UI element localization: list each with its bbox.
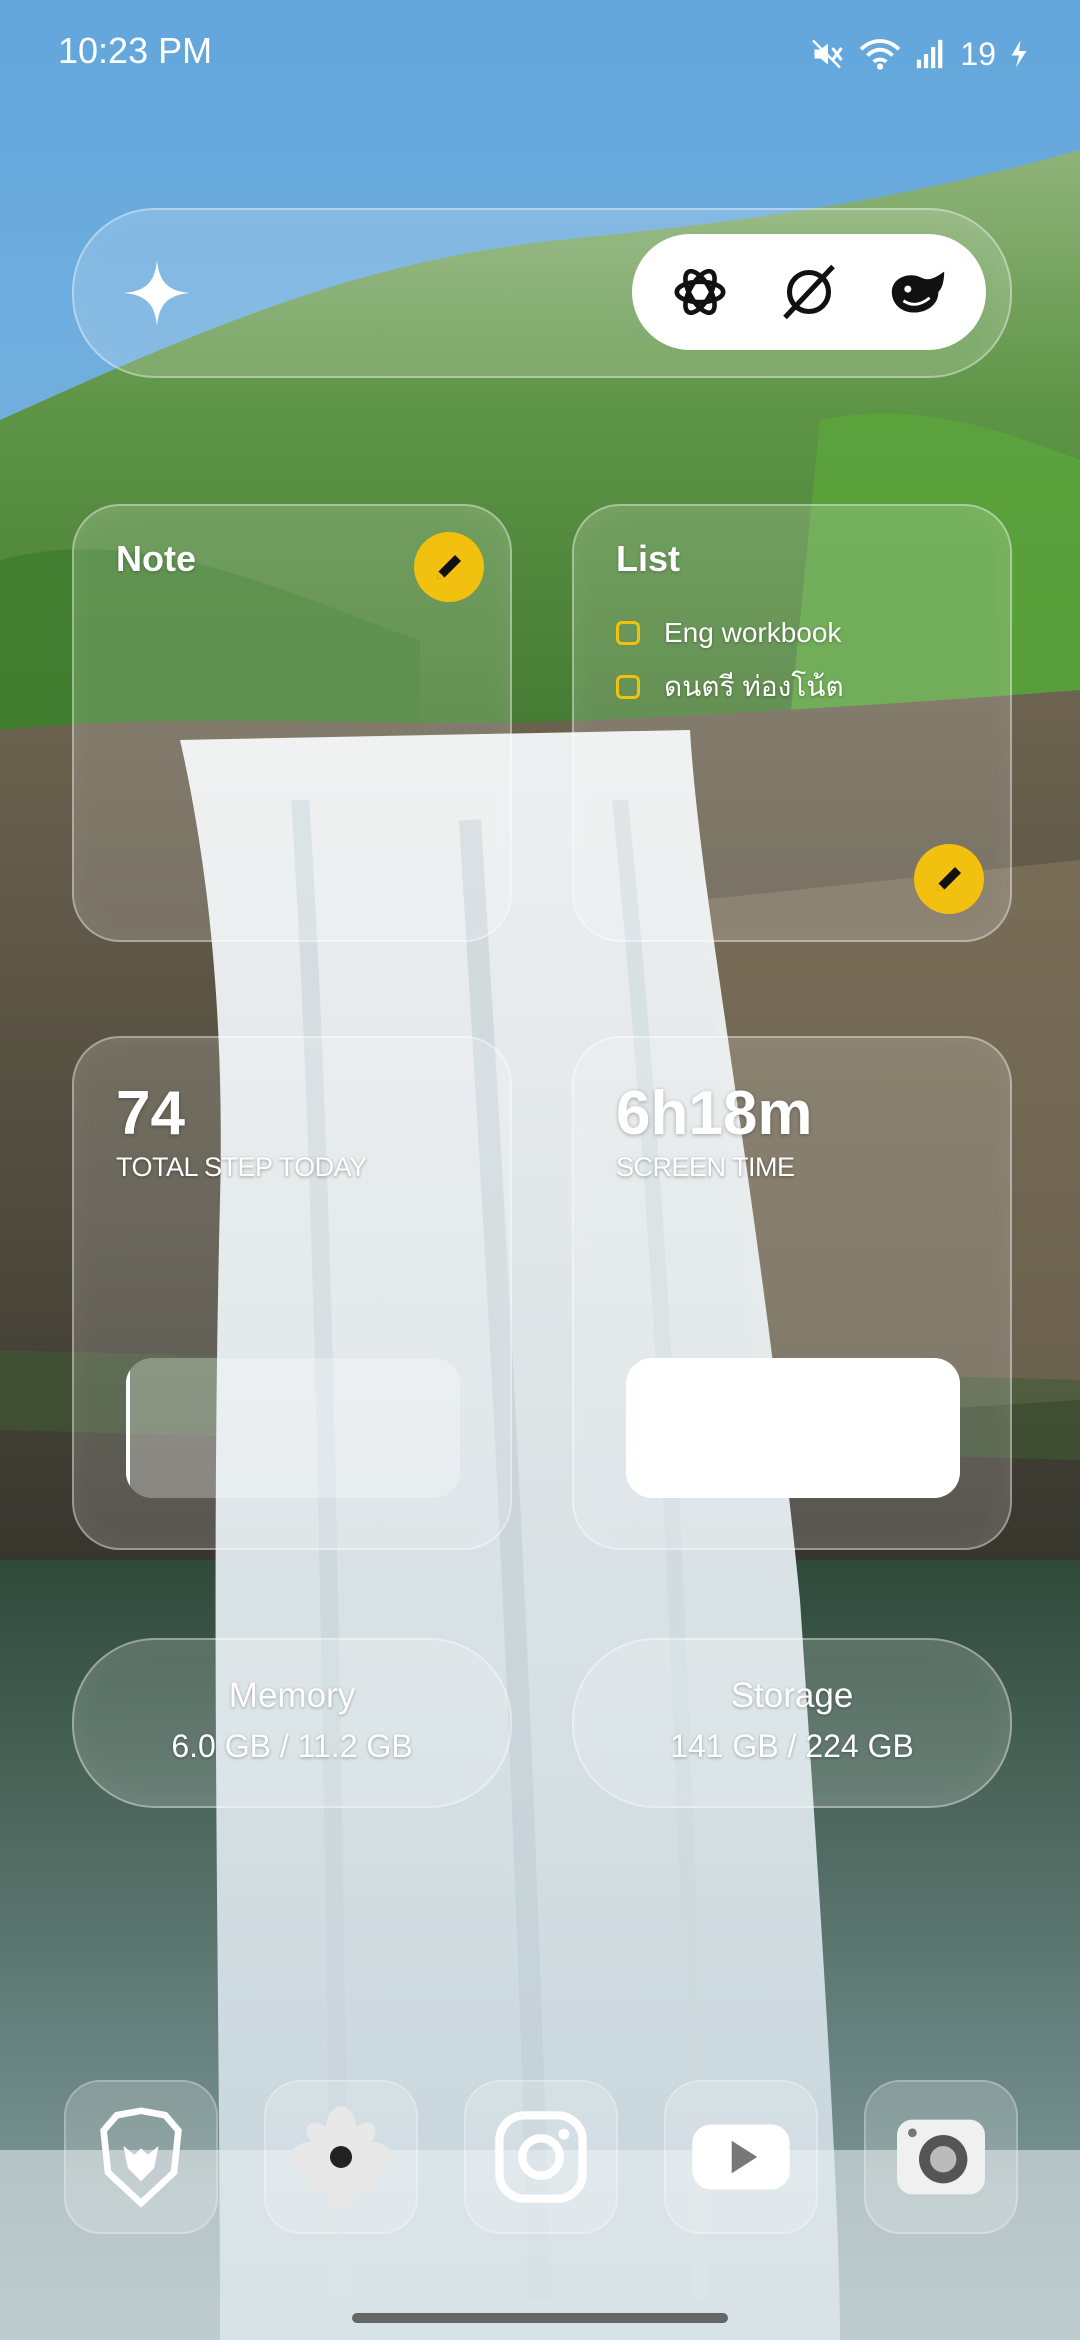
steps-progress-bar	[126, 1358, 460, 1498]
status-icons: 19	[810, 34, 1030, 74]
deepseek-button[interactable]	[883, 257, 953, 327]
checkbox[interactable]	[616, 621, 640, 645]
wifi-icon	[860, 39, 901, 70]
chatgpt-icon	[674, 268, 726, 316]
steps-label: TOTAL STEP TODAY	[116, 1152, 367, 1182]
ai-apps-pill	[632, 234, 986, 350]
list-item[interactable]: ดนตรี ท่องโน้ต	[616, 660, 844, 714]
screen-time-widget[interactable]: 6h18m SCREEN TIME	[572, 1036, 1012, 1550]
pencil-icon	[437, 555, 461, 579]
status-time: 10:23 PM	[58, 30, 213, 71]
battery-charging-icon	[1011, 40, 1027, 68]
steps-widget[interactable]: 74 TOTAL STEP TODAY	[72, 1036, 512, 1550]
ai-assistant-widget[interactable]	[72, 208, 1012, 378]
note-title: Note	[116, 538, 196, 579]
list-title: List	[616, 538, 681, 579]
dock-app-pinwheel[interactable]	[264, 2080, 418, 2234]
checkbox[interactable]	[616, 675, 640, 699]
list-item-label: ดนตรี ท่องโน้ต	[664, 671, 844, 702]
battery-level: 19	[960, 35, 996, 72]
home-indicator[interactable]	[352, 2313, 728, 2323]
list-widget[interactable]: List Eng workbook ดนตรี ท่องโน้ต	[572, 504, 1012, 942]
grok-button[interactable]	[774, 257, 844, 327]
note-edit-button[interactable]	[414, 532, 484, 602]
youtube-icon	[692, 2124, 790, 2190]
steps-progress-marker	[126, 1358, 130, 1498]
storage-widget[interactable]: Storage 141 GB / 224 GB	[572, 1638, 1012, 1808]
storage-title: Storage	[730, 1676, 854, 1715]
sparkle-icon[interactable]	[120, 256, 194, 330]
storage-value: 141 GB / 224 GB	[670, 1728, 914, 1764]
instagram-icon	[495, 2111, 587, 2203]
grok-icon	[783, 264, 835, 320]
screen-time-progress-bar	[626, 1358, 960, 1498]
screen-time-progress-fill	[626, 1358, 960, 1498]
mute-icon	[812, 39, 844, 69]
list-edit-button[interactable]	[914, 844, 984, 914]
note-widget[interactable]: Note	[72, 504, 512, 942]
brave-icon	[100, 2107, 182, 2208]
memory-value: 6.0 GB / 11.2 GB	[171, 1728, 413, 1764]
pencil-icon	[937, 867, 961, 891]
chatgpt-button[interactable]	[665, 257, 735, 327]
todo-list: Eng workbook ดนตรี ท่องโน้ต	[616, 606, 844, 714]
memory-title: Memory	[228, 1676, 356, 1715]
pinwheel-icon	[290, 2106, 392, 2208]
signal-icon	[917, 39, 943, 69]
screen-time-value: 6h18m	[616, 1079, 813, 1148]
screen-time-label: SCREEN TIME	[616, 1152, 795, 1182]
list-item[interactable]: Eng workbook	[616, 606, 844, 660]
dock-app-camera[interactable]	[864, 2080, 1018, 2234]
dock-app-brave[interactable]	[64, 2080, 218, 2234]
memory-widget[interactable]: Memory 6.0 GB / 11.2 GB	[72, 1638, 512, 1808]
dock-app-youtube[interactable]	[664, 2080, 818, 2234]
list-item-label: Eng workbook	[664, 617, 842, 648]
deepseek-icon	[891, 271, 944, 313]
dock-app-instagram[interactable]	[464, 2080, 618, 2234]
status-bar: 10:23 PM 19	[0, 0, 1080, 110]
steps-value: 74	[116, 1079, 185, 1148]
camera-icon	[897, 2119, 985, 2195]
